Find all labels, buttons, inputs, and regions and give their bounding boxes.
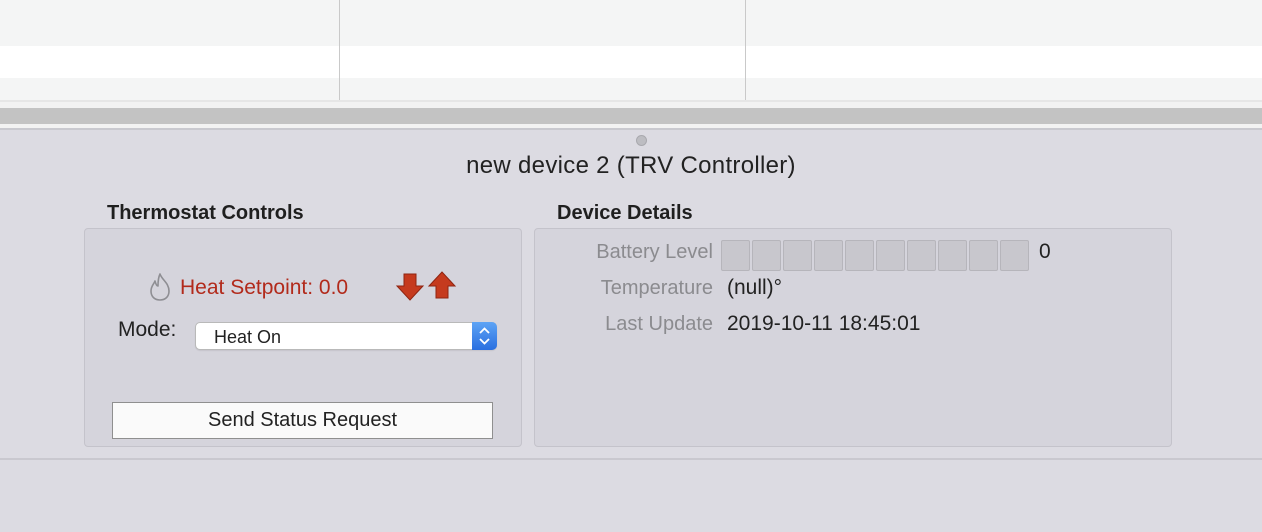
- splitter-edge: [0, 128, 1262, 130]
- stepper-icon[interactable]: [472, 322, 497, 350]
- battery-segment: [783, 240, 812, 271]
- battery-segment: [969, 240, 998, 271]
- battery-level-value: 0: [1039, 240, 1051, 263]
- last-update-label: Last Update: [605, 313, 713, 335]
- battery-segment: [876, 240, 905, 271]
- temperature-label: Temperature: [600, 277, 713, 299]
- battery-segment: [907, 240, 936, 271]
- device-title: new device 2 (TRV Controller): [466, 152, 796, 179]
- temperature-value: (null)°: [727, 276, 783, 299]
- column-divider[interactable]: [339, 0, 340, 100]
- battery-segment: [938, 240, 967, 271]
- device-details-section-title: Device Details: [557, 202, 693, 224]
- battery-segment: [845, 240, 874, 271]
- pane-divider: [0, 458, 1262, 460]
- device-table[interactable]: [0, 0, 1262, 100]
- table-row[interactable]: [0, 0, 1262, 14]
- thermostat-section-title: Thermostat Controls: [107, 202, 304, 224]
- mode-select-value: Heat On: [214, 327, 282, 347]
- flame-icon: [150, 273, 170, 301]
- battery-segment: [752, 240, 781, 271]
- table-row[interactable]: [0, 14, 1262, 46]
- last-update-value: 2019-10-11 18:45:01: [727, 312, 921, 335]
- send-status-request-button[interactable]: Send Status Request: [112, 402, 493, 439]
- heat-setpoint-label: Heat Setpoint: 0.0: [180, 276, 349, 299]
- battery-segment: [721, 240, 750, 271]
- battery-segment: [814, 240, 843, 271]
- table-row[interactable]: [0, 78, 1262, 100]
- table-row[interactable]: [0, 46, 1262, 78]
- battery-level-indicator: [721, 240, 1031, 271]
- mode-label: Mode:: [118, 318, 177, 341]
- mode-select[interactable]: Heat On: [195, 322, 497, 350]
- split-view-divider[interactable]: [0, 108, 1262, 124]
- arrow-up-icon[interactable]: [427, 270, 457, 300]
- battery-level-label: Battery Level: [596, 241, 713, 263]
- arrow-down-icon[interactable]: [395, 272, 425, 302]
- battery-segment: [1000, 240, 1029, 271]
- column-divider[interactable]: [745, 0, 746, 100]
- drag-handle-icon[interactable]: [636, 135, 647, 146]
